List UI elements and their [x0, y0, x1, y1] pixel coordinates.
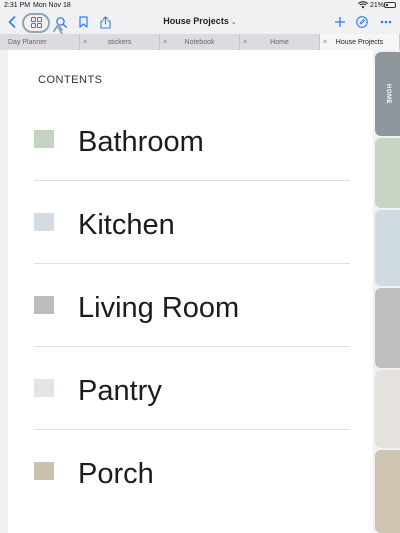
color-swatch — [34, 296, 54, 314]
battery-icon — [384, 2, 396, 8]
wifi-icon — [358, 1, 368, 11]
divider — [34, 180, 350, 181]
divider — [34, 263, 350, 264]
entry-label: Pantry — [78, 375, 162, 407]
side-tab-living-room[interactable] — [375, 288, 400, 368]
contents-entry-kitchen[interactable]: Kitchen — [34, 209, 350, 296]
side-tab-bathroom[interactable] — [375, 138, 400, 208]
contents-entry-pantry[interactable]: Pantry — [34, 375, 350, 462]
status-time: 2:31 PM — [4, 2, 31, 9]
entry-label: Kitchen — [78, 209, 175, 241]
tab-close-icon[interactable]: × — [163, 39, 167, 46]
tab-label: Home — [270, 38, 289, 46]
divider — [34, 429, 350, 430]
tab-close-icon[interactable]: × — [323, 39, 327, 46]
tab-label: House Projects — [335, 38, 384, 46]
color-swatch — [34, 379, 54, 397]
color-swatch — [34, 462, 54, 480]
side-tab-home[interactable]: HOME — [375, 52, 400, 136]
more-ellipsis-icon[interactable] — [378, 14, 394, 30]
color-swatch — [34, 130, 54, 148]
document-title-text: House Projects — [163, 16, 229, 26]
tab-label: Day Planner — [8, 38, 47, 46]
document-tabs: Day Planner × stickers × Notebook × Home… — [0, 34, 400, 50]
contents-entry-bathroom[interactable]: Bathroom — [34, 126, 350, 213]
battery-percent: 21% — [370, 2, 385, 9]
notebook-page: CONTENTS Bathroom Kitchen Living Room Pa… — [8, 50, 373, 533]
side-tab-kitchen[interactable] — [375, 210, 400, 286]
tab-stickers[interactable]: × stickers — [80, 34, 160, 50]
tab-label: stickers — [107, 38, 132, 46]
tab-close-icon[interactable]: × — [243, 39, 247, 46]
divider — [34, 346, 350, 347]
status-bar: 2:31 PM Mon Nov 18 21% — [0, 0, 400, 11]
contents-entry-living-room[interactable]: Living Room — [34, 292, 350, 379]
side-tab-porch[interactable] — [375, 450, 400, 533]
status-date: Mon Nov 18 — [33, 2, 71, 9]
title-chevron-down-icon: ⌄ — [230, 19, 237, 26]
tab-label: Notebook — [184, 38, 215, 46]
tab-notebook[interactable]: × Notebook — [160, 34, 240, 50]
tab-close-icon[interactable]: × — [83, 39, 87, 46]
entry-label: Bathroom — [78, 126, 204, 158]
tab-day-planner[interactable]: Day Planner — [0, 34, 80, 50]
entry-label: Porch — [78, 458, 154, 490]
side-tab-pantry[interactable] — [375, 370, 400, 448]
entry-label: Living Room — [78, 292, 240, 324]
add-icon[interactable] — [334, 14, 346, 30]
color-swatch — [34, 213, 54, 231]
tab-house-projects[interactable]: × House Projects — [320, 34, 400, 50]
edit-pencil-icon[interactable] — [355, 14, 369, 30]
contents-entry-porch[interactable]: Porch — [34, 458, 350, 533]
side-tab-label: HOME — [385, 84, 391, 104]
tab-home[interactable]: × Home — [240, 34, 320, 50]
contents-heading: CONTENTS — [38, 74, 103, 86]
